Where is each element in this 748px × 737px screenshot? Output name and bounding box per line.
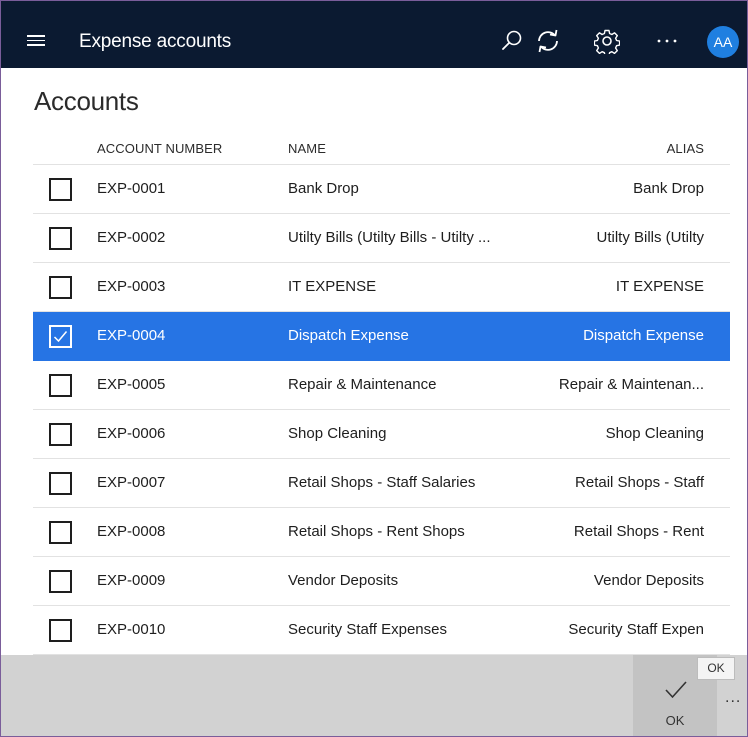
table-row[interactable]: EXP-0004 Dispatch Expense Dispatch Expense <box>33 312 730 361</box>
app-title: Expense accounts <box>79 31 232 52</box>
account-number-cell: EXP-0003 <box>97 278 166 295</box>
alias-cell: Shop Cleaning <box>605 425 704 442</box>
column-header-account-number[interactable]: ACCOUNT NUMBER <box>97 141 222 156</box>
alias-cell: Repair & Maintenan... <box>558 376 704 393</box>
account-number-cell: EXP-0004 <box>97 327 166 344</box>
name-cell: Utilty Bills (Utilty Bills - Utilty ... <box>288 229 491 246</box>
account-number-cell: EXP-0002 <box>97 229 166 246</box>
row-checkbox[interactable] <box>49 570 72 593</box>
alias-cell: Vendor Deposits <box>593 572 704 589</box>
grid-header: ACCOUNT NUMBER NAME ALIAS <box>33 129 730 165</box>
account-number-cell: EXP-0009 <box>97 572 166 589</box>
alias-cell: Retail Shops - Staff <box>575 474 704 491</box>
name-cell: Security Staff Expenses <box>288 621 447 638</box>
page-title: Accounts <box>34 86 139 116</box>
row-checkbox[interactable] <box>49 619 72 642</box>
row-checkbox[interactable] <box>49 374 72 397</box>
name-cell: Repair & Maintenance <box>288 376 437 393</box>
alias-cell: IT EXPENSE <box>615 278 704 295</box>
alias-cell: Dispatch Expense <box>583 327 704 344</box>
gear-icon[interactable] <box>594 28 620 54</box>
alias-cell: Retail Shops - Rent <box>573 523 704 540</box>
table-row[interactable]: EXP-0003 IT EXPENSE IT EXPENSE <box>33 263 730 312</box>
menu-icon[interactable] <box>27 35 45 46</box>
table-row[interactable]: EXP-0009 Vendor Deposits Vendor Deposits <box>33 557 730 606</box>
row-checkbox[interactable] <box>49 423 72 446</box>
account-number-cell: EXP-0001 <box>97 180 166 197</box>
alias-cell: Utilty Bills (Utilty <box>596 229 705 246</box>
row-checkbox[interactable] <box>49 178 72 201</box>
account-number-cell: EXP-0008 <box>97 523 166 540</box>
column-header-alias[interactable]: ALIAS <box>667 141 704 156</box>
account-number-cell: EXP-0005 <box>97 376 166 393</box>
alias-cell: Bank Drop <box>633 180 704 197</box>
column-header-name[interactable]: NAME <box>288 141 326 156</box>
table-row[interactable]: EXP-0010 Security Staff Expenses Security … <box>33 606 730 655</box>
name-cell: Retail Shops - Staff Salaries <box>288 474 476 491</box>
footer-more-icon[interactable]: ... <box>725 689 741 707</box>
account-number-cell: EXP-0010 <box>97 621 166 638</box>
table-row[interactable]: EXP-0005 Repair & Maintenance Repair & Mai… <box>33 361 730 410</box>
name-cell: Shop Cleaning <box>288 425 387 442</box>
check-icon <box>53 331 68 343</box>
name-cell: Retail Shops - Rent Shops <box>288 523 465 540</box>
account-number-cell: EXP-0007 <box>97 474 166 491</box>
row-checkbox[interactable] <box>49 325 72 348</box>
accounts-grid: ACCOUNT NUMBER NAME ALIAS EXP-0001 Bank D… <box>33 129 730 655</box>
alias-cell: Security Staff Expen <box>568 621 704 638</box>
action-footer: OK ... <box>1 655 747 736</box>
row-checkbox[interactable] <box>49 472 72 495</box>
table-row[interactable]: EXP-0002 Utilty Bills (Utilty Bills - Uti… <box>33 214 730 263</box>
table-row[interactable]: EXP-0006 Shop Cleaning Shop Cleaning <box>33 410 730 459</box>
ok-button-label: OK <box>665 713 685 728</box>
name-cell: Bank Drop <box>288 180 359 197</box>
table-row[interactable]: EXP-0008 Retail Shops - Rent Shops Retail … <box>33 508 730 557</box>
account-number-cell: EXP-0006 <box>97 425 166 442</box>
table-row[interactable]: EXP-0001 Bank Drop Bank Drop <box>33 165 730 214</box>
refresh-icon[interactable] <box>534 27 562 55</box>
ok-tooltip: OK <box>697 657 735 680</box>
checkmark-icon <box>665 681 687 699</box>
avatar[interactable]: AA <box>707 26 739 58</box>
top-app-bar: Expense accounts AA <box>1 1 747 68</box>
row-checkbox[interactable] <box>49 276 72 299</box>
row-checkbox[interactable] <box>49 227 72 250</box>
table-row[interactable]: EXP-0007 Retail Shops - Staff Salaries Ret… <box>33 459 730 508</box>
name-cell: Dispatch Expense <box>288 327 409 344</box>
search-icon[interactable] <box>501 29 523 51</box>
grid-body: EXP-0001 Bank Drop Bank Drop EXP-0002 Utilty… <box>33 165 730 655</box>
row-checkbox[interactable] <box>49 521 72 544</box>
name-cell: Vendor Deposits <box>288 572 399 589</box>
name-cell: IT EXPENSE <box>288 278 377 295</box>
more-icon[interactable] <box>653 29 681 51</box>
